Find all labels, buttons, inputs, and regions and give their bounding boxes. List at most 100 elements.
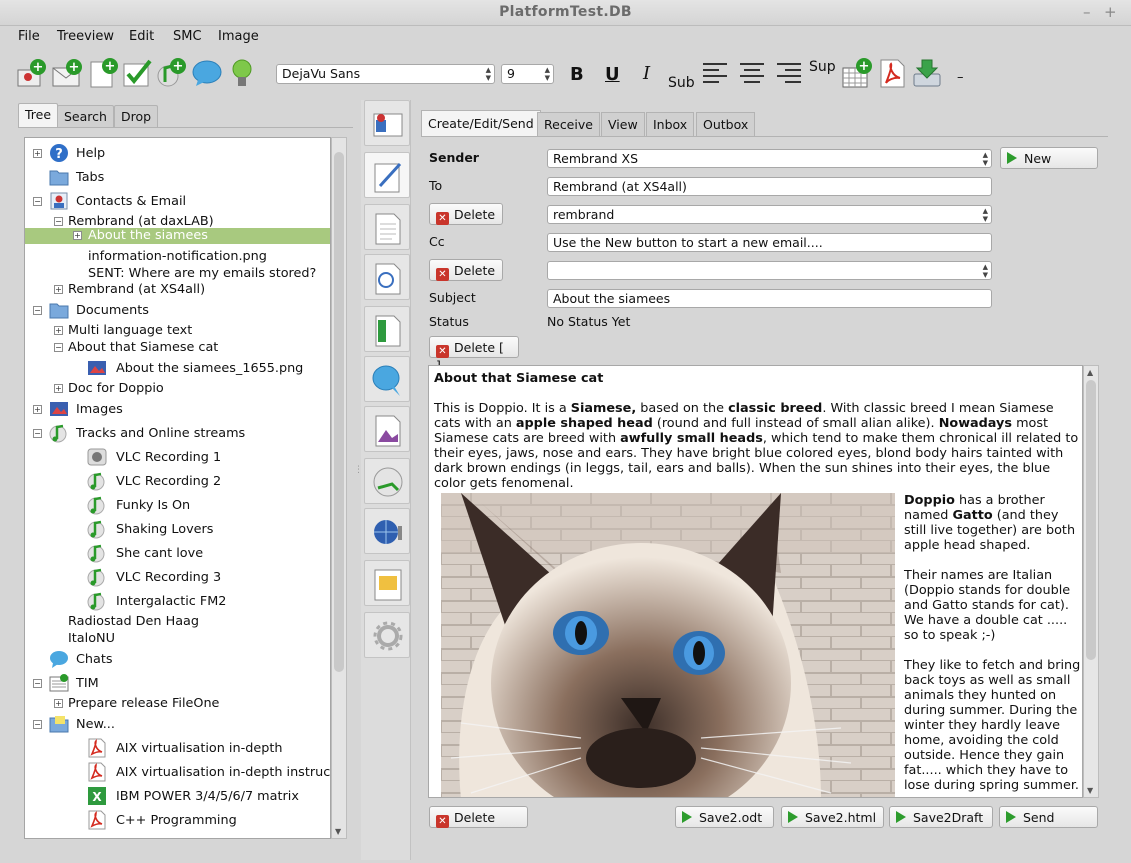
document-icon[interactable]	[364, 204, 410, 250]
menu-smc[interactable]: SMC	[173, 29, 202, 44]
tree-item[interactable]: Chats	[25, 648, 330, 670]
tree-scrollbar[interactable]: ▼	[331, 137, 347, 839]
settings-icon[interactable]	[364, 612, 410, 658]
tree-item[interactable]: Intergalactic FM2	[25, 590, 330, 612]
menu-treeview[interactable]: Treeview	[57, 29, 114, 44]
tree-item[interactable]: + Images	[25, 398, 330, 420]
tree-item[interactable]: VLC Recording 2	[25, 470, 330, 492]
sender-select[interactable]: Rembrand XS ▲ ▼	[547, 149, 992, 168]
new-email-icon[interactable]: +	[52, 58, 82, 88]
expand-icon[interactable]: +	[54, 285, 63, 294]
to-field[interactable]: Rembrand (at XS4all)	[547, 177, 992, 196]
tree-item[interactable]: She cant love	[25, 542, 330, 564]
tree-item[interactable]: + About the siamees	[25, 228, 330, 244]
expand-icon[interactable]: +	[33, 405, 42, 414]
scroll-up-icon[interactable]: ▲	[1087, 368, 1093, 377]
minimize-button[interactable]: –	[1083, 3, 1091, 21]
font-size-stepper[interactable]: 9 ▲ ▼	[501, 64, 554, 84]
new-contact-icon[interactable]: +	[16, 58, 46, 88]
delete-cc-button[interactable]: ✕ Delete	[429, 259, 503, 281]
presentation-icon[interactable]	[364, 560, 410, 606]
pdf-icon[interactable]	[878, 58, 908, 88]
tree-item[interactable]: − Documents	[25, 299, 330, 321]
subscript-button[interactable]: Sub	[668, 75, 695, 91]
new-track-icon[interactable]: +	[156, 58, 186, 88]
underline-button[interactable]: U	[605, 64, 620, 85]
italic-button[interactable]: I	[643, 63, 650, 84]
tab-inbox[interactable]: Inbox	[646, 112, 695, 136]
delete-attachment-button[interactable]: ✕Delete [ ]	[429, 336, 519, 373]
cc-field[interactable]: Use the New button to start a new email.…	[547, 233, 992, 252]
edit-email-icon[interactable]	[364, 152, 410, 198]
scroll-down-icon[interactable]: ▼	[1087, 786, 1093, 795]
tree-item[interactable]: − About that Siamese cat	[25, 336, 330, 358]
lightbulb-icon[interactable]	[228, 58, 258, 88]
collapse-icon[interactable]: −	[33, 306, 42, 315]
tree-item[interactable]: − Contacts & Email	[25, 190, 330, 212]
spreadsheet-icon[interactable]	[364, 306, 410, 352]
contact-card-icon[interactable]	[364, 100, 410, 146]
font-family-select[interactable]: DejaVu Sans ▲ ▼	[276, 64, 495, 84]
tree-scroll-thumb[interactable]	[334, 152, 344, 672]
tree-item[interactable]: VLC Recording 1	[25, 446, 330, 468]
tab-drop[interactable]: Drop	[114, 105, 159, 127]
tree-item[interactable]: − New...	[25, 713, 330, 735]
cc-address-select[interactable]: ▲ ▼	[547, 261, 992, 280]
tree-item[interactable]: + Doc for Doppio	[25, 377, 330, 399]
tree-item[interactable]: − Tracks and Online streams	[25, 422, 330, 444]
new-document-icon[interactable]: +	[88, 58, 118, 88]
tree-item[interactable]: ItaloNU	[25, 627, 330, 649]
subject-field[interactable]: About the siamees	[547, 289, 992, 308]
tree-item[interactable]: VLC Recording 3	[25, 566, 330, 588]
music-icon[interactable]	[364, 458, 410, 504]
delete-to-button[interactable]: ✕ Delete	[429, 203, 503, 225]
save-html-button[interactable]: Save2.html	[781, 806, 884, 828]
menu-file[interactable]: File	[18, 29, 40, 44]
expand-icon[interactable]: +	[54, 699, 63, 708]
tree-item[interactable]: +? Help	[25, 142, 330, 164]
chat-icon[interactable]	[364, 356, 410, 402]
image-file-icon[interactable]	[364, 406, 410, 452]
align-center-icon[interactable]	[739, 60, 769, 90]
menu-image[interactable]: Image	[218, 29, 259, 44]
tab-create-edit-send[interactable]: Create/Edit/Send	[421, 110, 541, 137]
delete-email-button[interactable]: ✕ Delete	[429, 806, 528, 828]
tree-item[interactable]: About the siamees_1655.png	[25, 357, 330, 379]
to-address-select[interactable]: rembrand ▲ ▼	[547, 205, 992, 224]
collapse-icon[interactable]: −	[33, 679, 42, 688]
bold-button[interactable]: B	[570, 64, 584, 85]
scroll-down-icon[interactable]: ▼	[335, 827, 341, 836]
tree-item[interactable]: AIX virtualisation in-depth instructor..…	[25, 761, 330, 783]
align-left-icon[interactable]	[702, 60, 732, 90]
tree-item[interactable]: X IBM POWER 3/4/5/6/7 matrix	[25, 785, 330, 807]
align-right-icon[interactable]	[776, 60, 806, 90]
tab-tree[interactable]: Tree	[18, 103, 59, 127]
tab-outbox[interactable]: Outbox	[696, 112, 756, 136]
superscript-button[interactable]: Sup	[809, 59, 836, 75]
collapse-icon[interactable]: −	[33, 197, 42, 206]
tab-receive[interactable]: Receive	[537, 112, 600, 136]
tab-search[interactable]: Search	[57, 105, 114, 127]
insert-table-icon[interactable]: +	[842, 58, 872, 88]
save-odt-button[interactable]: Save2.odt	[675, 806, 774, 828]
tree-item[interactable]: Tabs	[25, 166, 330, 188]
tree-item[interactable]: AIX virtualisation in-depth	[25, 737, 330, 759]
tree-item[interactable]: − TIM	[25, 672, 330, 694]
send-button[interactable]: Send	[999, 806, 1098, 828]
chat-bubble-icon[interactable]	[192, 58, 222, 88]
tree-view[interactable]: +? Help Tabs − Contacts & Email − Rembrand (at…	[24, 137, 331, 839]
tab-view[interactable]: View	[601, 112, 645, 136]
editor-scroll-thumb[interactable]	[1086, 380, 1096, 660]
download-icon[interactable]	[912, 58, 942, 88]
menu-edit[interactable]: Edit	[129, 29, 154, 44]
maximize-button[interactable]: +	[1104, 3, 1117, 21]
tree-item[interactable]: + Prepare release FileOne	[25, 692, 330, 714]
new-task-icon[interactable]	[122, 58, 152, 88]
web-icon[interactable]	[364, 508, 410, 554]
tree-item[interactable]: + Rembrand (at XS4all)	[25, 278, 330, 300]
expand-icon[interactable]: +	[33, 149, 42, 158]
new-button[interactable]: New	[1000, 147, 1098, 169]
tree-item[interactable]: Funky Is On	[25, 494, 330, 516]
search-document-icon[interactable]	[364, 254, 410, 300]
expand-icon[interactable]: +	[54, 326, 63, 335]
